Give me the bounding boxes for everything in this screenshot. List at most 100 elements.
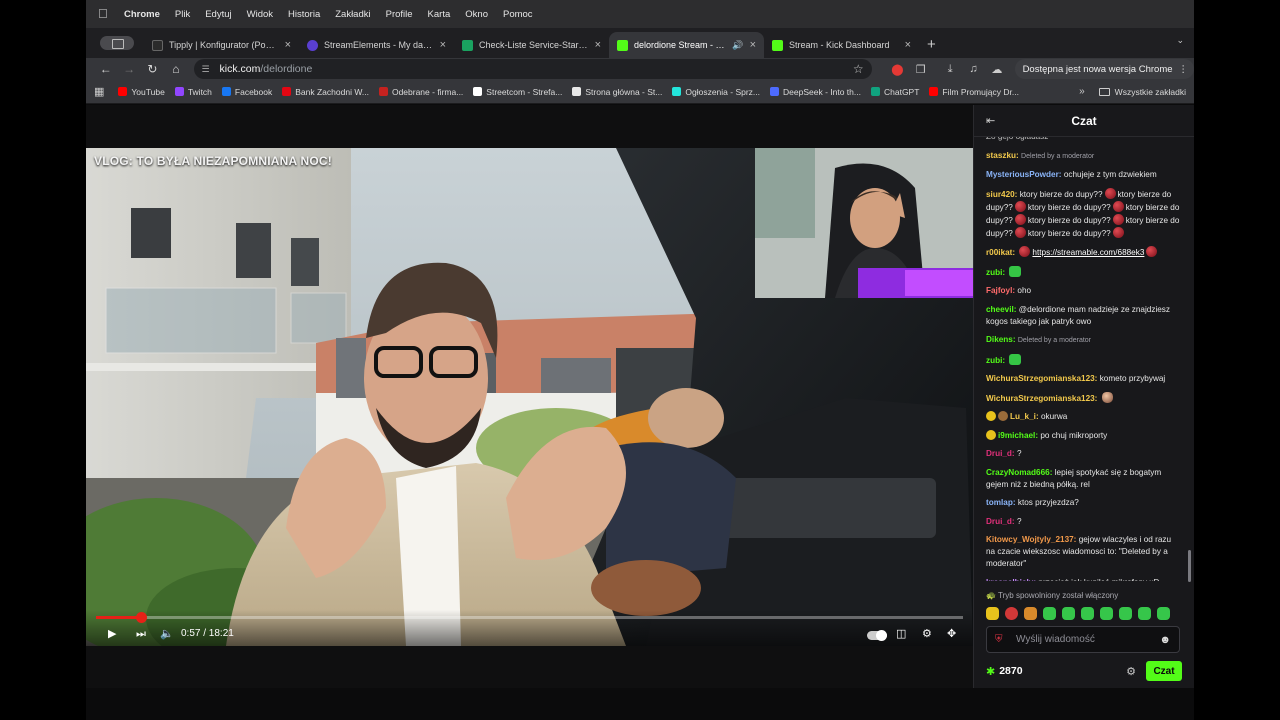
tab-streamelements[interactable]: StreamElements - My dashboard × xyxy=(299,32,454,58)
all-bookmarks-folder[interactable]: Wszystkie zakładki xyxy=(1098,87,1186,97)
menu-item-tab[interactable]: Karta xyxy=(428,9,451,20)
emote-2-icon[interactable] xyxy=(1005,606,1018,620)
menu-item-history[interactable]: Historia xyxy=(288,9,320,20)
bookmark-item[interactable]: Strona główna - St... xyxy=(572,87,662,97)
chat-username[interactable]: WichuraStrzegomianska123: xyxy=(986,374,1097,383)
chat-username[interactable]: cheevil: xyxy=(986,305,1017,314)
media-control-icon[interactable]: ♫ xyxy=(962,63,985,75)
chat-username[interactable]: staszku: xyxy=(986,151,1019,160)
chat-settings-gear-icon[interactable]: ⚙ xyxy=(1126,665,1136,678)
reload-icon[interactable]: ↻ xyxy=(141,62,164,76)
speaker-icon[interactable]: 🔊 xyxy=(732,40,743,51)
more-bookmarks-icon[interactable]: » xyxy=(1079,86,1085,97)
menu-item-window[interactable]: Okno xyxy=(465,9,488,20)
emote-1-icon[interactable] xyxy=(986,606,999,620)
bookmark-item[interactable]: YouTube xyxy=(118,87,165,97)
extensions-puzzle-icon[interactable]: ❒ xyxy=(909,63,932,76)
channel-points[interactable]: ✱ 2870 xyxy=(986,665,1023,678)
emote-6-icon[interactable] xyxy=(1081,606,1094,620)
emote-10-icon[interactable] xyxy=(1157,606,1170,620)
chat-username[interactable]: i9michael: xyxy=(998,431,1038,440)
fullscreen-exit-icon[interactable]: ✥ xyxy=(947,628,956,640)
bookmark-star-icon[interactable]: ☆ xyxy=(853,62,864,76)
settings-icon[interactable]: ⚙ xyxy=(922,628,932,640)
play-icon[interactable]: ▶ xyxy=(108,628,116,640)
address-bar[interactable]: ☰ kick.com /delordione ☆ xyxy=(193,59,872,79)
chat-input-box[interactable]: ⛨ ☻ xyxy=(986,626,1180,653)
apple-icon[interactable]:  xyxy=(98,7,110,21)
profile-cloud-icon[interactable]: ☁ xyxy=(985,63,1008,76)
forward-arrow-icon[interactable]: → xyxy=(117,62,140,76)
bookmark-item[interactable]: Film Promujący Dr... xyxy=(929,87,1019,97)
tab-kick-dashboard[interactable]: Stream - Kick Dashboard × xyxy=(764,32,919,58)
chat-username[interactable]: r00ikat: xyxy=(986,248,1015,257)
chat-message-list[interactable]: Zo gejo ogladasz staszku: Deleted by a mo… xyxy=(974,137,1187,581)
emote-5-icon[interactable] xyxy=(1062,606,1075,620)
new-tab-button[interactable]: + xyxy=(927,36,936,53)
chat-username[interactable]: Fajfoyl: xyxy=(986,286,1015,295)
chat-scrollbar[interactable] xyxy=(1188,550,1191,582)
chat-username[interactable]: Drui_d: xyxy=(986,449,1015,458)
collapse-chat-icon[interactable]: ⇤ xyxy=(986,114,995,127)
chat-username[interactable]: siur420: xyxy=(986,190,1017,199)
menu-item-profiles[interactable]: Profile xyxy=(386,9,413,20)
chat-username[interactable]: Kitowcy_Wojtyly_2137: xyxy=(986,535,1076,544)
apps-grid-icon[interactable]: ▦ xyxy=(94,85,104,98)
extension-shield-icon[interactable]: ⬤ xyxy=(886,63,909,76)
emote-7-icon[interactable] xyxy=(1100,606,1113,620)
download-icon[interactable]: ⤓ xyxy=(938,63,961,76)
tab-checklist[interactable]: Check-Liste Service-Start-Abo × xyxy=(454,32,609,58)
chat-username[interactable]: Dikens: xyxy=(986,335,1016,344)
chat-username[interactable]: krasnalbialy: xyxy=(986,578,1036,582)
chat-username[interactable]: zubi: xyxy=(986,268,1005,277)
back-arrow-icon[interactable]: ← xyxy=(94,62,117,76)
bookmark-item[interactable]: Ogłoszenia - Sprz... xyxy=(672,87,760,97)
chat-username[interactable]: MysteriousPowder: xyxy=(986,170,1062,179)
bookmark-item[interactable]: ChatGPT xyxy=(870,87,919,97)
bookmark-item[interactable]: Odebrane - firma... xyxy=(378,87,463,97)
tab-tipply[interactable]: Tipply | Konfigurator (Powiadomienia) × xyxy=(144,32,299,58)
bookmark-item[interactable]: Facebook xyxy=(221,87,272,97)
chat-username[interactable]: WichuraStrzegomianska123: xyxy=(986,394,1097,403)
close-icon[interactable]: × xyxy=(440,39,446,51)
tab-delordione-stream[interactable]: delordione Stream - Watch Live 🔊 × xyxy=(609,32,764,58)
bookmark-item[interactable]: DeepSeek - Into th... xyxy=(770,87,861,97)
seek-bar[interactable] xyxy=(96,612,963,623)
chat-message-input[interactable] xyxy=(1016,634,1160,645)
kebab-menu-icon[interactable]: ⋮ xyxy=(1179,64,1189,75)
bookmark-item[interactable]: Streetcom - Strefa... xyxy=(473,87,562,97)
menu-item-edit[interactable]: Edytuj xyxy=(205,9,231,20)
emoji-picker-icon[interactable]: ☻ xyxy=(1159,634,1171,646)
send-chat-button[interactable]: Czat xyxy=(1146,661,1182,681)
menu-item-bookmarks[interactable]: Zakładki xyxy=(335,9,370,20)
video-player[interactable]: VLOG: TO BYŁA NIEZAPOMNIANA NOC! ▶ ⏭ 🔈 0… xyxy=(86,148,973,646)
volume-icon[interactable]: 🔈 xyxy=(160,628,174,640)
menu-item-file[interactable]: Plik xyxy=(175,9,190,20)
menu-app-name[interactable]: Chrome xyxy=(124,9,160,20)
emote-3-icon[interactable] xyxy=(1024,606,1037,620)
chat-username[interactable]: CrazyNomad666: xyxy=(986,468,1052,477)
bookmark-item[interactable]: Bank Zachodni W... xyxy=(282,87,369,97)
emote-8-icon[interactable] xyxy=(1119,606,1132,620)
site-info-icon[interactable]: ☰ xyxy=(202,64,214,75)
close-icon[interactable]: × xyxy=(750,39,756,51)
bookmark-item[interactable]: Twitch xyxy=(174,87,212,97)
chat-link[interactable]: https://streamable.com/688ek3 xyxy=(1032,248,1144,257)
emote-9-icon[interactable] xyxy=(1138,606,1151,620)
chat-username[interactable]: Lu_k_i: xyxy=(1010,412,1039,421)
chat-username[interactable]: Drui_d: xyxy=(986,517,1015,526)
chrome-update-button[interactable]: Dostępna jest nowa wersja Chrome ⋮ xyxy=(1014,59,1195,79)
emote-4-icon[interactable] xyxy=(1043,606,1056,620)
subtitles-icon[interactable]: ◫ xyxy=(896,628,906,640)
chat-username[interactable]: tomlap: xyxy=(986,498,1016,507)
tab-search-chevron-icon[interactable]: ⌄ xyxy=(1176,35,1184,46)
tab-group-icon[interactable] xyxy=(100,36,134,50)
autoplay-toggle[interactable] xyxy=(867,630,887,641)
home-icon[interactable]: ⌂ xyxy=(164,62,187,76)
next-icon[interactable]: ⏭ xyxy=(136,628,146,640)
close-icon[interactable]: × xyxy=(595,39,601,51)
menu-item-help[interactable]: Pomoc xyxy=(503,9,533,20)
seek-bar-handle[interactable] xyxy=(135,612,147,623)
close-icon[interactable]: × xyxy=(285,39,291,51)
chat-username[interactable]: zubi: xyxy=(986,356,1005,365)
